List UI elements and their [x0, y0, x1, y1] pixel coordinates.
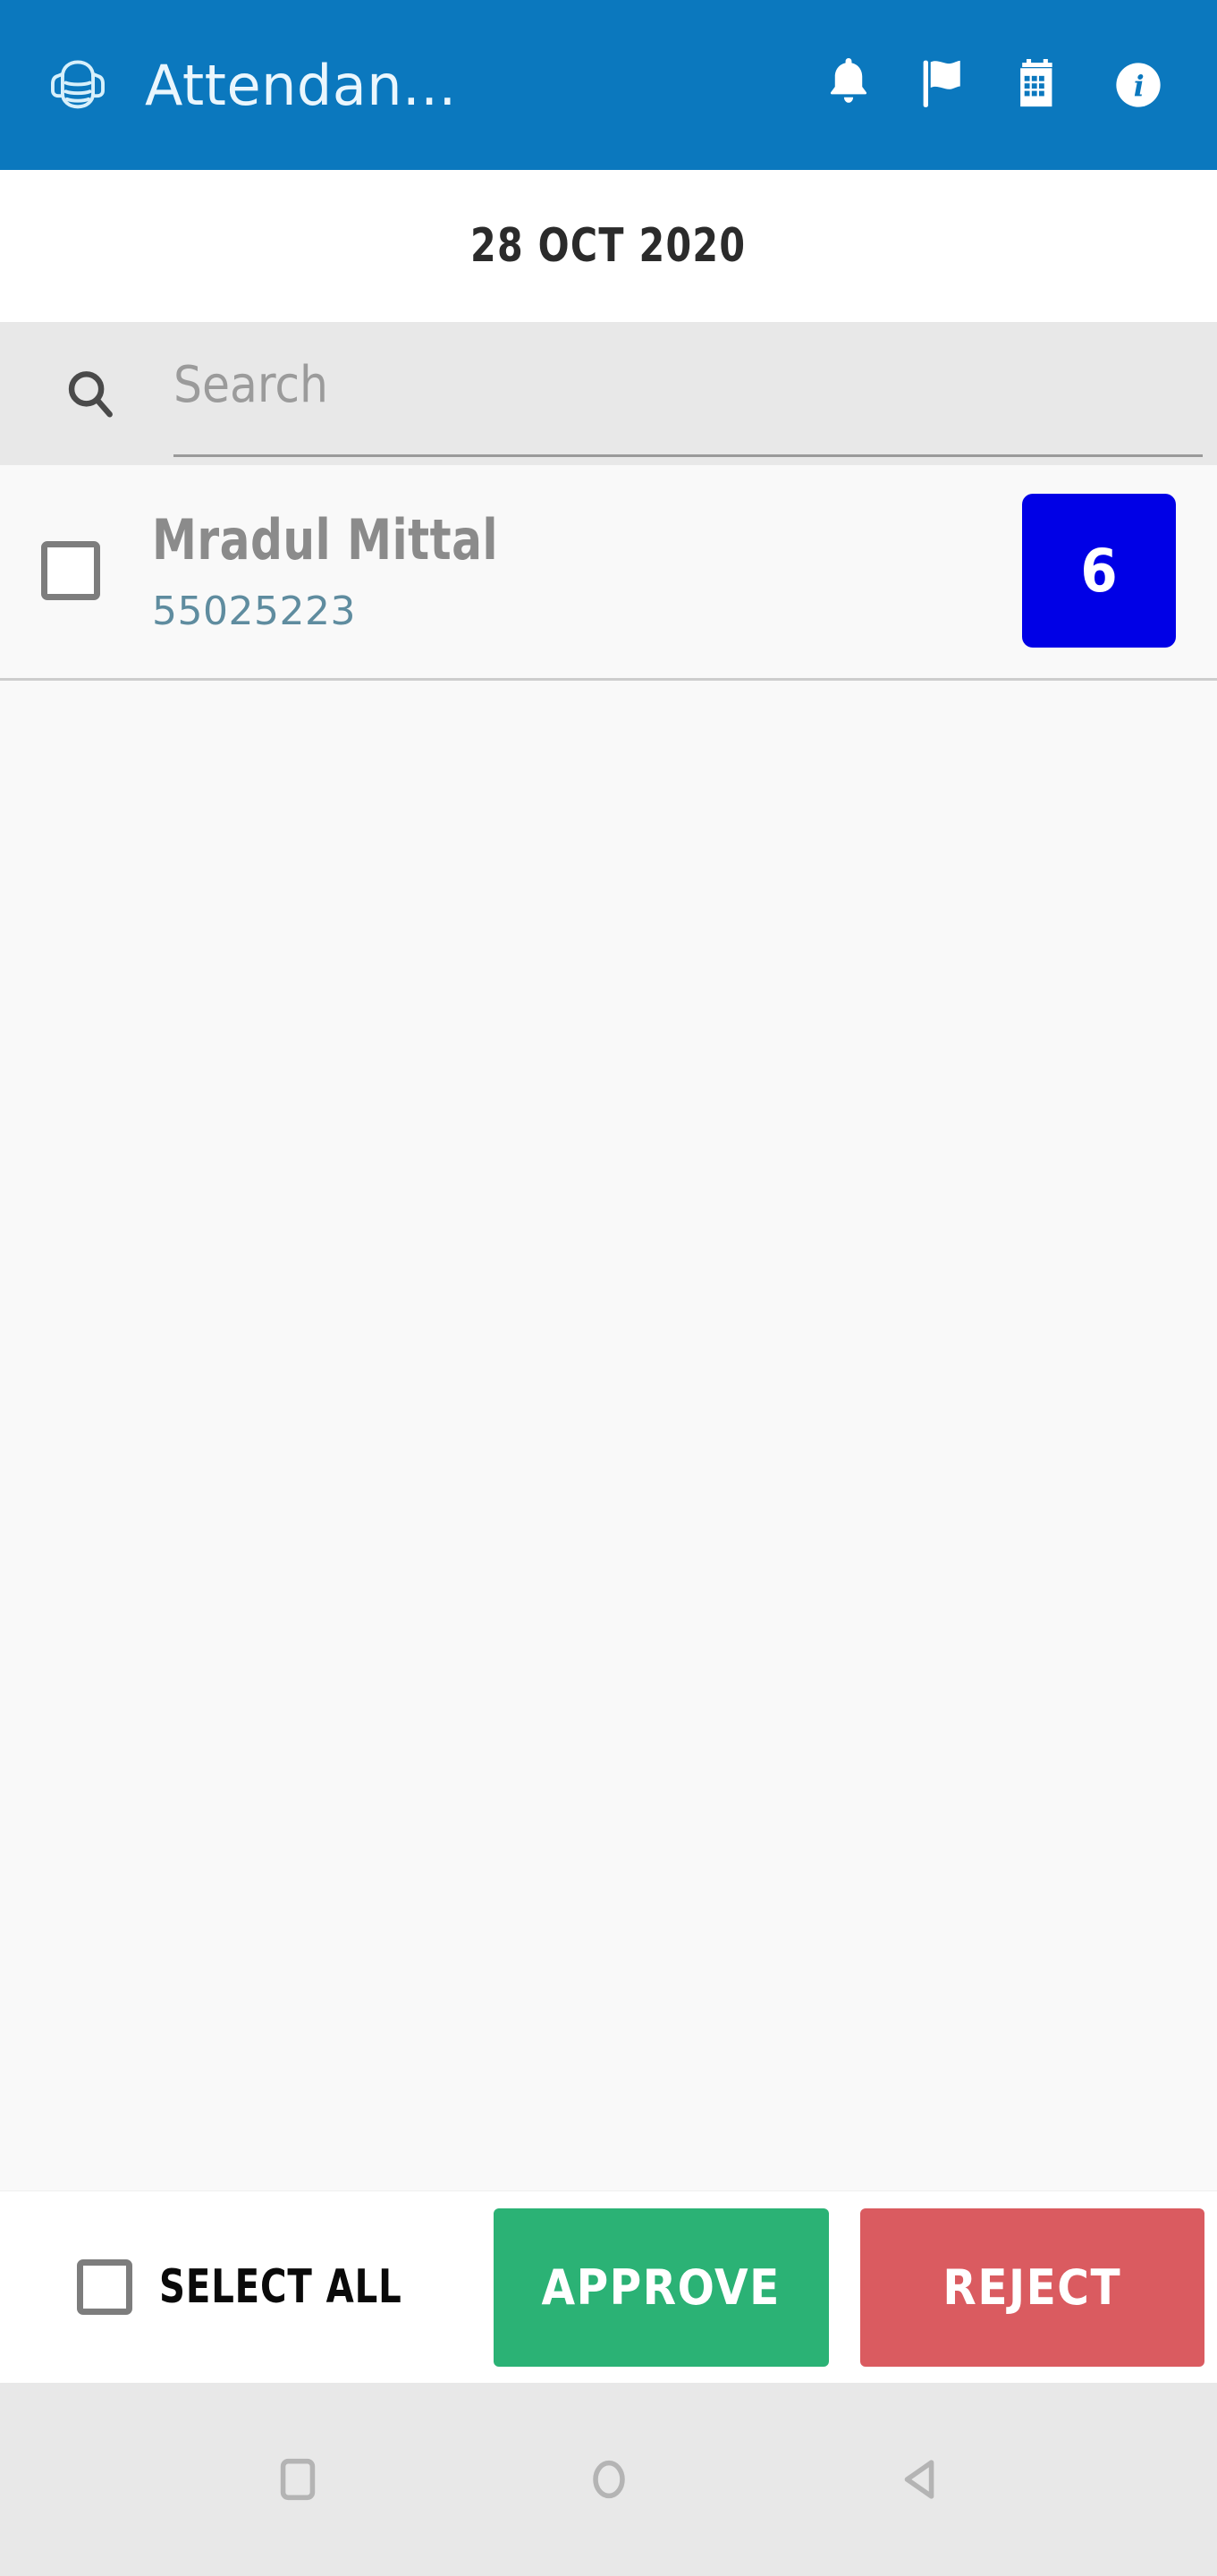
- approve-button[interactable]: APPROVE: [493, 2207, 829, 2367]
- search-bar[interactable]: [0, 322, 1217, 465]
- employee-id: 55025223: [152, 589, 356, 634]
- search-input[interactable]: [173, 356, 1203, 428]
- date-bar: 28 OCT 2020: [0, 170, 1217, 322]
- action-bar: SELECT ALL APPROVE REJECT: [0, 2190, 1217, 2383]
- back-button[interactable]: [866, 2426, 974, 2533]
- app-bar-actions: i: [800, 31, 1187, 139]
- row-checkbox[interactable]: [41, 541, 100, 600]
- search-icon: [68, 371, 113, 418]
- status-badge[interactable]: 6: [1022, 494, 1176, 648]
- select-all-checkbox[interactable]: [77, 2259, 132, 2315]
- employee-list: Mradul Mittal 55025223 6: [0, 465, 1217, 2190]
- back-triangle-icon: [904, 2460, 934, 2499]
- home-button[interactable]: [555, 2426, 663, 2533]
- info-icon: i: [1116, 63, 1161, 107]
- calendar-button[interactable]: [993, 31, 1090, 139]
- calendar-icon: [1020, 59, 1052, 107]
- app-root: Attendan... i 28 OCT 2020 Search Mradul …: [0, 0, 1217, 2576]
- home-circle-icon: [592, 2460, 625, 2499]
- bell-icon: [830, 58, 867, 103]
- employee-info: Mradul Mittal 55025223: [152, 507, 1022, 634]
- flag-icon: [923, 60, 960, 107]
- selected-date: 28 OCT 2020: [470, 219, 747, 273]
- page-title: Attendan...: [145, 52, 457, 118]
- employee-name: Mradul Mittal: [152, 507, 499, 572]
- recents-button[interactable]: [244, 2426, 351, 2533]
- android-navigation-bar: [0, 2383, 1217, 2576]
- svg-text:i: i: [1134, 71, 1145, 103]
- table-row[interactable]: Mradul Mittal 55025223 6: [0, 465, 1217, 681]
- info-button[interactable]: i: [1090, 31, 1187, 139]
- notifications-button[interactable]: [800, 31, 897, 139]
- reject-button[interactable]: REJECT: [859, 2207, 1204, 2367]
- recents-square-icon: [280, 2458, 315, 2501]
- select-all-label: SELECT ALL: [159, 2260, 402, 2314]
- app-bar: Attendan... i: [0, 0, 1217, 170]
- flag-button[interactable]: [897, 31, 993, 139]
- select-all-button[interactable]: SELECT ALL: [77, 2259, 442, 2315]
- search-field[interactable]: [173, 330, 1203, 457]
- face-mask-icon: [51, 60, 105, 109]
